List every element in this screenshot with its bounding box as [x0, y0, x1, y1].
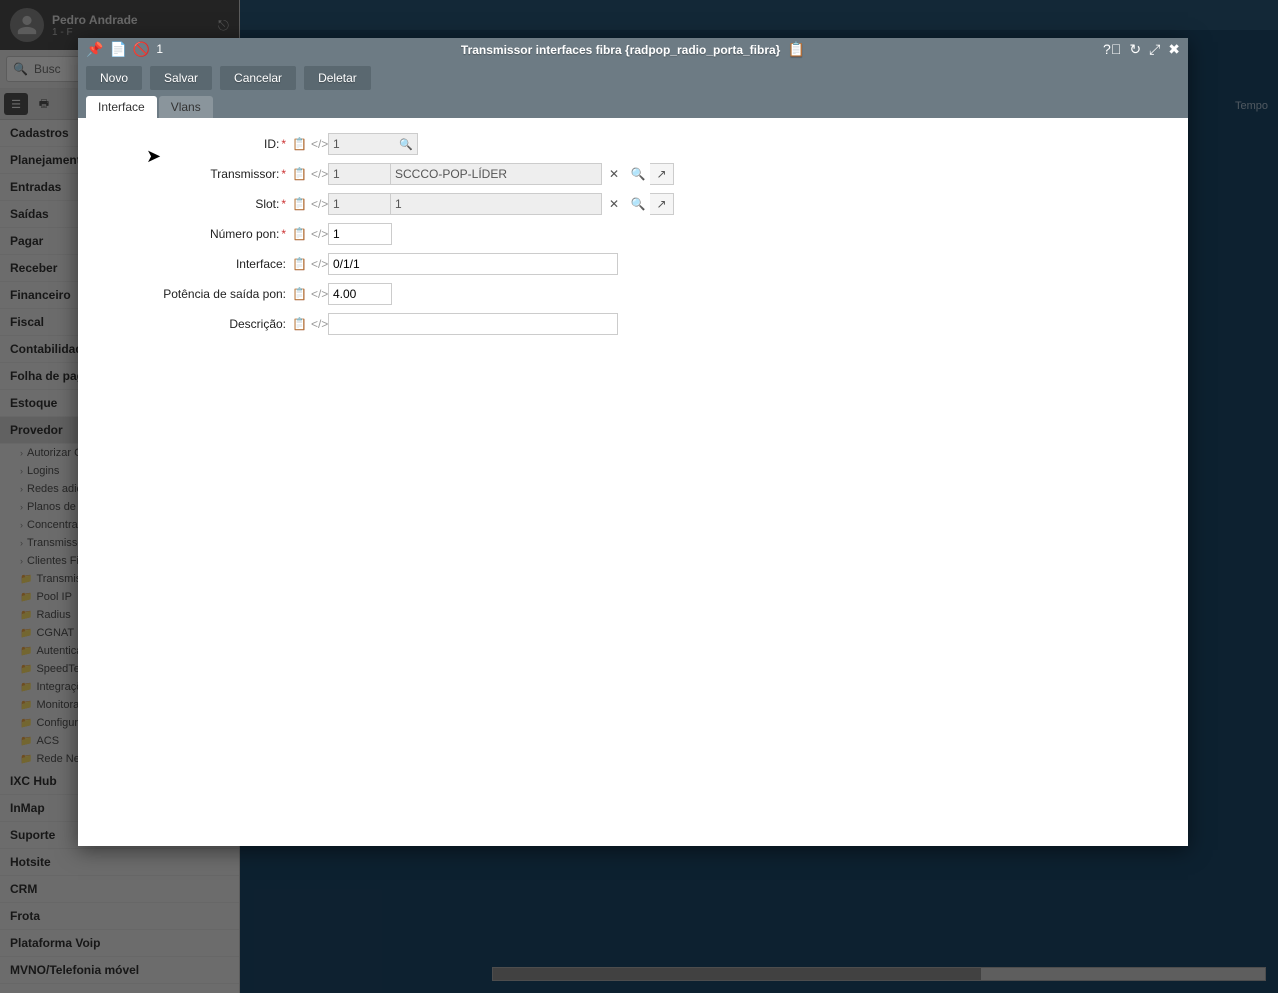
search-icon[interactable]: 🔍 [626, 163, 650, 185]
dialog-title-text: Transmissor interfaces fibra {radpop_rad… [461, 43, 780, 57]
interface-field[interactable] [328, 253, 618, 275]
eye-off-icon[interactable]: 🚫 [133, 41, 150, 58]
copy-icon[interactable]: 📋 [292, 167, 307, 181]
copy-title-icon[interactable]: 📋 [788, 41, 805, 58]
code-icon[interactable]: </> [311, 227, 328, 241]
dialog-body: ID:* 📋</> 🔍 Transmissor:* 📋</> ✕ 🔍 ↗ [78, 118, 1188, 846]
dialog-titlebar: 📌 📄 🚫 1 Transmissor interfaces fibra {ra… [78, 38, 1188, 60]
label-potencia: Potência de saída pon: [163, 287, 286, 301]
code-icon[interactable]: </> [311, 287, 328, 301]
numero-pon-field[interactable] [328, 223, 392, 245]
copy-icon[interactable]: 📋 [292, 197, 307, 211]
row-interface: Interface: 📋 </> [98, 252, 1168, 276]
deletar-button[interactable]: Deletar [304, 66, 371, 90]
dialog-toolbar: Novo Salvar Cancelar Deletar [78, 60, 1188, 90]
row-slot: Slot:* 📋</> ✕ 🔍 ↗ [98, 192, 1168, 216]
close-icon[interactable]: ✖ [1168, 41, 1180, 58]
search-icon[interactable]: 🔍 [626, 193, 650, 215]
code-icon[interactable]: </> [311, 317, 328, 331]
transmissor-code[interactable] [329, 164, 391, 184]
dialog-tabs: Interface Vlans [78, 90, 1188, 118]
code-icon[interactable]: 📄 [109, 41, 126, 58]
id-field [329, 134, 399, 154]
tab-vlans[interactable]: Vlans [159, 96, 213, 118]
code-icon[interactable]: </> [311, 257, 328, 271]
copy-icon[interactable]: 📋 [292, 317, 307, 331]
tab-interface[interactable]: Interface [86, 96, 157, 118]
history-icon[interactable]: ↻ [1129, 41, 1141, 58]
transmissor-desc[interactable] [391, 164, 601, 184]
row-potencia: Potência de saída pon: 📋 </> [98, 282, 1168, 306]
label-slot: Slot: [255, 197, 279, 211]
label-interface: Interface: [236, 257, 286, 271]
search-icon[interactable]: 🔍 [399, 138, 419, 151]
row-numero-pon: Número pon:* 📋</> [98, 222, 1168, 246]
slot-desc[interactable] [391, 194, 601, 214]
potencia-field[interactable] [328, 283, 392, 305]
label-transmissor: Transmissor: [210, 167, 279, 181]
cancelar-button[interactable]: Cancelar [220, 66, 296, 90]
code-icon[interactable]: </> [311, 197, 328, 211]
expand-icon[interactable]: ⤢ [1149, 41, 1160, 58]
dialog-count: 1 [156, 42, 163, 56]
code-icon[interactable]: </> [311, 137, 328, 151]
open-icon[interactable]: ↗ [650, 193, 674, 215]
row-transmissor: Transmissor:* 📋</> ✕ 🔍 ↗ [98, 162, 1168, 186]
help-icon[interactable]: ?⃝ [1103, 41, 1121, 57]
label-numero-pon: Número pon: [210, 227, 279, 241]
row-descricao: Descrição: 📋 </> [98, 312, 1168, 336]
clear-icon[interactable]: ✕ [602, 163, 626, 185]
salvar-button[interactable]: Salvar [150, 66, 212, 90]
copy-icon[interactable]: 📋 [292, 227, 307, 241]
clear-icon[interactable]: ✕ [602, 193, 626, 215]
label-descricao: Descrição: [229, 317, 286, 331]
label-id: ID: [264, 137, 279, 151]
slot-code[interactable] [329, 194, 391, 214]
code-icon[interactable]: </> [311, 167, 328, 181]
dialog-window: 📌 📄 🚫 1 Transmissor interfaces fibra {ra… [78, 38, 1188, 846]
pin-icon[interactable]: 📌 [86, 41, 103, 58]
copy-icon[interactable]: 📋 [292, 137, 307, 151]
row-id: ID:* 📋</> 🔍 [98, 132, 1168, 156]
copy-icon[interactable]: 📋 [292, 287, 307, 301]
copy-icon[interactable]: 📋 [292, 257, 307, 271]
open-icon[interactable]: ↗ [650, 163, 674, 185]
novo-button[interactable]: Novo [86, 66, 142, 90]
descricao-field[interactable] [328, 313, 618, 335]
